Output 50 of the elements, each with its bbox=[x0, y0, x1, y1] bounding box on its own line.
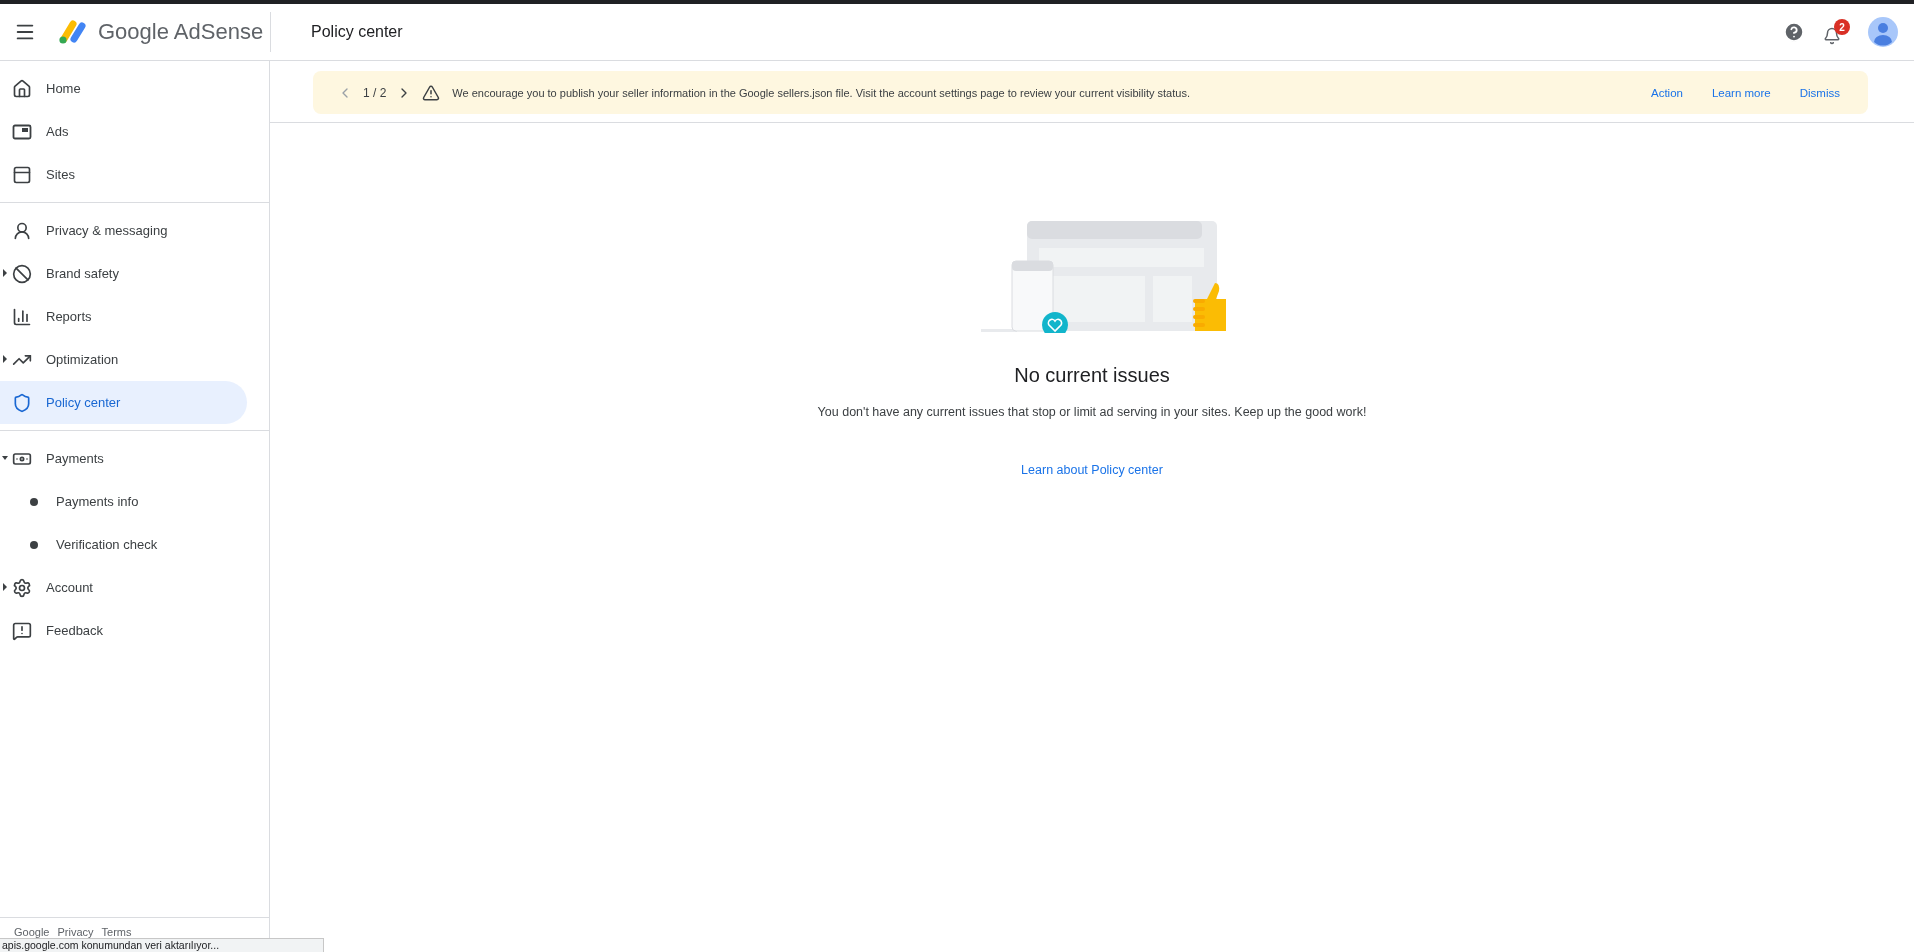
nav-item[interactable]: Payments bbox=[0, 437, 247, 480]
nav-item[interactable]: Sites bbox=[0, 153, 247, 196]
shield-icon bbox=[12, 392, 32, 413]
notifications-button[interactable]: 2 bbox=[1823, 19, 1850, 45]
bell-icon bbox=[1823, 27, 1841, 45]
empty-state-message: You don't have any current issues that stop or limit ad serving in your sites. Keep up the good work! bbox=[817, 405, 1367, 419]
nav-item[interactable]: Home bbox=[0, 67, 247, 110]
empty-state-title: No current issues bbox=[1014, 364, 1170, 387]
settings-icon bbox=[12, 577, 32, 598]
home-icon bbox=[12, 78, 32, 99]
banner-message: We encourage you to publish your seller information in the Google sellers.json file. Visit the account settings page to review your current visibility status. bbox=[452, 86, 1190, 99]
help-icon bbox=[1783, 21, 1805, 43]
banner-action-link[interactable]: Learn more bbox=[1711, 86, 1771, 99]
banner-action-link[interactable]: Action bbox=[1650, 86, 1683, 99]
nav-item[interactable]: Brand safety bbox=[0, 252, 247, 295]
product-name: Google AdSense bbox=[98, 19, 264, 45]
notification-count: 2 bbox=[1834, 19, 1850, 35]
nav-item[interactable]: Ads bbox=[0, 110, 247, 153]
nav-item[interactable]: Privacy & messaging bbox=[0, 209, 247, 252]
bullet-icon bbox=[30, 497, 38, 506]
nav-item[interactable]: Reports bbox=[0, 295, 247, 338]
caret-icon bbox=[2, 355, 8, 363]
block-icon bbox=[12, 263, 32, 284]
help-button[interactable] bbox=[1783, 21, 1805, 43]
logo-icon bbox=[58, 19, 88, 45]
sites-icon bbox=[12, 164, 32, 185]
nav-item[interactable]: Account bbox=[0, 566, 247, 609]
pager-text: 1 / 2 bbox=[363, 85, 387, 100]
bar-chart-icon bbox=[12, 306, 32, 327]
footer-link[interactable]: Privacy bbox=[57, 926, 94, 938]
footer-link[interactable]: Google bbox=[14, 926, 50, 938]
nav-item[interactable]: Optimization bbox=[0, 338, 247, 381]
nav-item[interactable]: Policy center bbox=[0, 381, 247, 424]
nav-subitem[interactable]: Verification check bbox=[0, 523, 269, 566]
caret-icon bbox=[2, 269, 8, 277]
feedback-icon bbox=[12, 620, 32, 641]
status-bar: apis.google.com konumundan veri aktarılıyor... bbox=[0, 938, 324, 952]
person-icon bbox=[12, 220, 32, 241]
caret-icon bbox=[2, 454, 8, 462]
banner-action-link[interactable]: Dismiss bbox=[1799, 86, 1840, 99]
caret-icon bbox=[2, 583, 8, 591]
page-title: Policy center bbox=[311, 23, 403, 41]
policy-center-link[interactable]: Learn about Policy center bbox=[1021, 463, 1163, 477]
account-avatar[interactable] bbox=[1868, 17, 1898, 47]
footer-link[interactable]: Terms bbox=[101, 926, 132, 938]
nav-item[interactable]: Feedback bbox=[0, 609, 247, 652]
avatar-icon bbox=[1868, 17, 1898, 47]
bullet-icon bbox=[30, 540, 38, 549]
nav-subitem[interactable]: Payments info bbox=[0, 480, 269, 523]
warning-icon bbox=[422, 83, 441, 102]
